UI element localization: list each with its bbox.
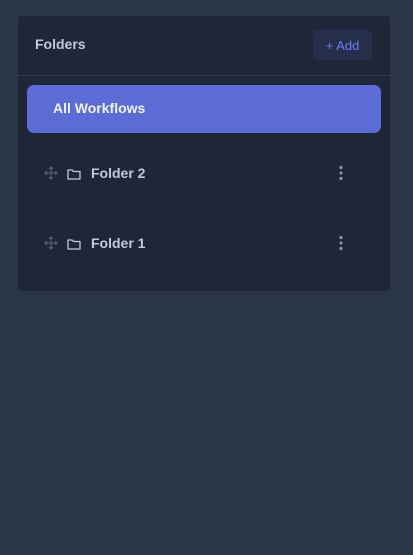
add-folder-button[interactable]: + Add <box>313 30 372 60</box>
more-options-icon[interactable] <box>331 233 351 253</box>
folder-icon <box>67 167 81 180</box>
folder-item-folder-1[interactable]: Folder 1 <box>27 216 381 270</box>
folders-panel: Folders + Add All Workflows Folder 2 Fol… <box>18 16 390 291</box>
more-options-icon[interactable] <box>331 163 351 183</box>
all-workflows-item[interactable]: All Workflows <box>27 85 381 133</box>
folder-icon <box>67 237 81 250</box>
drag-handle-icon[interactable] <box>44 166 58 180</box>
folder-label: Folder 2 <box>91 165 146 181</box>
all-workflows-label: All Workflows <box>53 100 146 116</box>
folder-item-folder-2[interactable]: Folder 2 <box>27 146 381 200</box>
drag-handle-icon[interactable] <box>44 236 58 250</box>
panel-header: Folders + Add <box>18 16 390 76</box>
panel-title: Folders <box>35 36 86 52</box>
folder-label: Folder 1 <box>91 235 146 251</box>
